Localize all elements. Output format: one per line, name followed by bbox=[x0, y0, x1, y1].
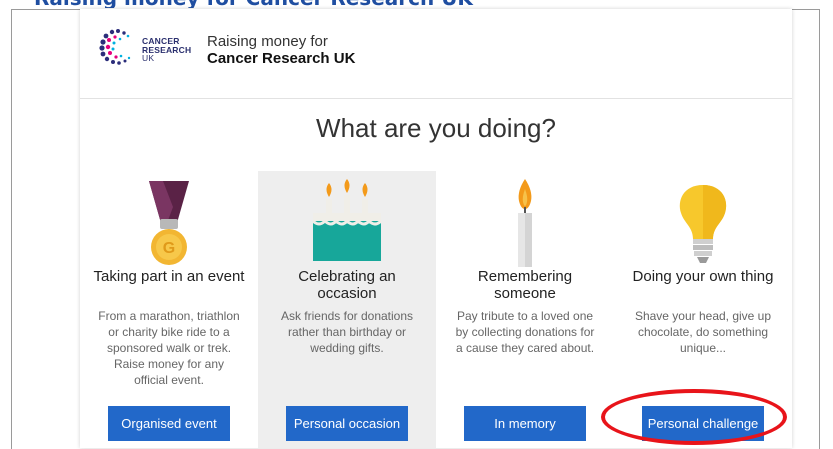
personal-challenge-button[interactable]: Personal challenge bbox=[642, 406, 764, 441]
raising-money-label: Raising money for bbox=[207, 33, 328, 50]
logo-text: CANCER RESEARCH UK bbox=[142, 37, 191, 63]
card-title: Celebrating an occasion bbox=[298, 268, 396, 302]
in-memory-button[interactable]: In memory bbox=[464, 406, 586, 441]
logo-text-line: UK bbox=[142, 53, 155, 63]
birthday-cake-icon bbox=[311, 179, 383, 261]
light-bulb-icon bbox=[679, 185, 727, 263]
personal-occasion-button[interactable]: Personal occasion bbox=[286, 406, 408, 441]
svg-text:G: G bbox=[163, 240, 175, 257]
option-card-occasion[interactable]: Celebrating an occasion Ask friends for … bbox=[258, 171, 436, 448]
card-description: Shave your head, give up chocolate, do s… bbox=[634, 309, 772, 355]
top-strip-text: Raising money for Cancer Research UK bbox=[34, 0, 473, 8]
page-content: CANCER RESEARCH UK Raising money for Can… bbox=[80, 9, 792, 448]
card-title: Taking part in an event bbox=[93, 268, 245, 285]
charity-logo[interactable]: CANCER RESEARCH UK bbox=[98, 27, 208, 69]
option-card-own-thing[interactable]: Doing your own thing Shave your head, gi… bbox=[614, 171, 792, 448]
card-description: Ask friends for donations rather than bi… bbox=[280, 309, 414, 355]
card-description: From a marathon, triathlon or charity bi… bbox=[98, 309, 240, 387]
page-header: CANCER RESEARCH UK Raising money for Can… bbox=[80, 9, 792, 99]
card-title: Doing your own thing bbox=[632, 268, 774, 285]
card-description: Pay tribute to a loved one by collecting… bbox=[455, 309, 595, 355]
medal-icon: G bbox=[149, 181, 189, 265]
cancer-research-uk-logo-icon bbox=[99, 29, 131, 65]
organised-event-button[interactable]: Organised event bbox=[108, 406, 230, 441]
option-card-event[interactable]: G Taking part in an event From a maratho… bbox=[80, 171, 258, 448]
page-question: What are you doing? bbox=[316, 113, 556, 143]
organisation-name: Cancer Research UK bbox=[207, 50, 356, 67]
option-card-memory[interactable]: Remembering someone Pay tribute to a lov… bbox=[436, 171, 614, 448]
candle-icon bbox=[518, 179, 532, 267]
card-title: Remembering someone bbox=[477, 268, 573, 302]
top-strip: Raising money for Cancer Research UK bbox=[0, 0, 833, 8]
